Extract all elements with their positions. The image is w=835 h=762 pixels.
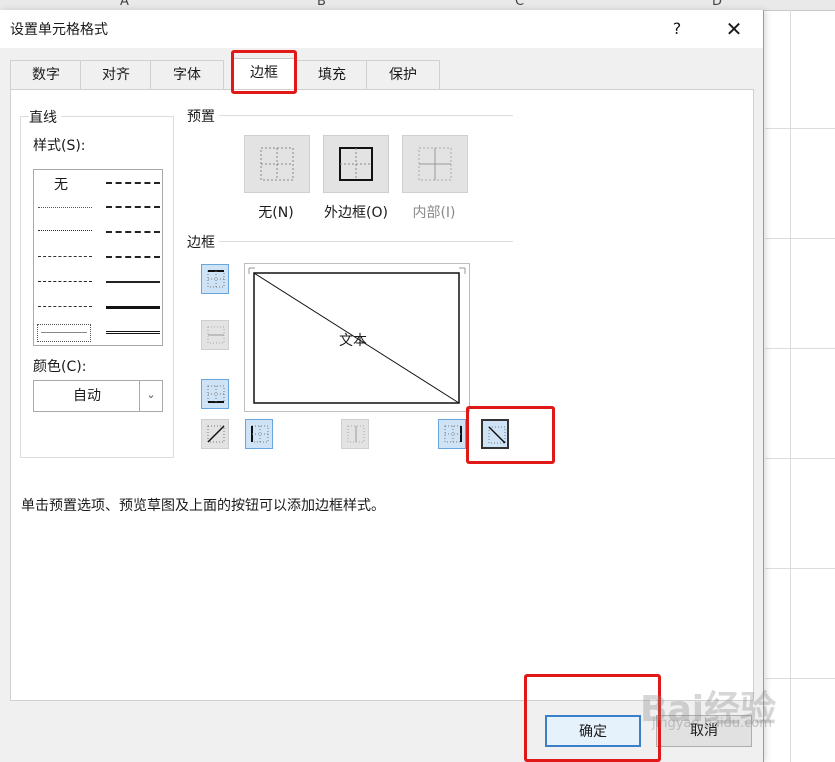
color-value: 自动 (73, 388, 101, 404)
line-group-label: 直线 (29, 107, 61, 127)
border-middle-vertical-button[interactable] (341, 419, 369, 449)
line-style-option[interactable] (38, 281, 92, 283)
line-style-selected[interactable] (37, 324, 91, 342)
border-preview[interactable]: 文本 (244, 263, 470, 412)
border-diagonal-up-button[interactable] (201, 419, 229, 449)
line-style-option[interactable] (38, 306, 92, 308)
highlight-border-tab (231, 50, 297, 94)
line-style-option[interactable] (106, 306, 160, 310)
column-a: A (120, 0, 129, 9)
preset-none-icon (260, 147, 294, 181)
tab-font[interactable]: 字体 (150, 60, 224, 89)
preset-outline-button[interactable] (323, 135, 389, 193)
close-button[interactable]: ✕ (720, 16, 748, 42)
line-style-option[interactable] (106, 331, 160, 336)
color-label: 颜色(C): (33, 356, 91, 376)
watermark-url: jingyan.baidu.com (652, 716, 772, 731)
gridline (765, 128, 835, 129)
border-group-label: 边框 (187, 232, 219, 252)
gridline (765, 238, 835, 239)
column-d: D (712, 0, 723, 9)
border-top-button[interactable] (201, 264, 229, 294)
gridline (765, 678, 835, 679)
preset-inside-icon (418, 147, 452, 181)
preset-divider (217, 115, 513, 116)
color-select[interactable]: 自动 ⌄ (33, 380, 163, 412)
tab-number[interactable]: 数字 (10, 60, 82, 89)
style-label: 样式(S): (33, 135, 90, 155)
line-style-option[interactable] (38, 256, 92, 258)
border-bottom-icon (207, 385, 225, 403)
gridline (765, 458, 835, 459)
border-left-button[interactable] (245, 419, 273, 449)
line-style-option[interactable] (38, 230, 92, 232)
border-tab-panel: 直线 样式(S): 无 颜色(C): 自动 ⌄ 预置 无(N) 外边框(O) 内… (10, 89, 754, 701)
line-style-option[interactable] (38, 207, 92, 209)
tab-fill[interactable]: 填充 (296, 60, 368, 89)
dialog-title: 设置单元格格式 (10, 22, 108, 38)
border-middle-horizontal-button[interactable] (201, 320, 229, 350)
style-none[interactable]: 无 (54, 174, 68, 194)
preset-outline-icon (339, 147, 373, 181)
dialog-titlebar: 设置单元格格式 ? ✕ (0, 10, 763, 48)
hint-text: 单击预置选项、预览草图及上面的按钮可以添加边框样式。 (21, 498, 385, 514)
line-style-option[interactable] (106, 256, 160, 259)
tab-alignment[interactable]: 对齐 (80, 60, 152, 89)
line-style-option[interactable] (106, 231, 160, 234)
column-c: C (515, 0, 525, 9)
preset-group-label: 预置 (187, 106, 219, 126)
preset-none-label: 无(N) (258, 205, 294, 221)
preview-text: 文本 (339, 333, 367, 349)
border-divider (217, 241, 513, 242)
border-right-icon (444, 425, 462, 443)
help-button[interactable]: ? (664, 16, 690, 42)
gridline (765, 348, 835, 349)
line-style-option[interactable] (106, 182, 160, 185)
line-style-option[interactable] (106, 281, 160, 284)
chevron-down-icon[interactable]: ⌄ (139, 381, 162, 411)
diagonal-up-icon (207, 425, 225, 443)
border-left-icon (251, 425, 269, 443)
border-top-icon (207, 270, 225, 288)
gridline (790, 10, 791, 762)
border-right-button[interactable] (438, 419, 466, 449)
border-inside-vertical-icon (347, 425, 365, 443)
preset-outline-label: 外边框(O) (324, 205, 388, 221)
tab-protection[interactable]: 保护 (366, 60, 440, 89)
preset-inside-label: 内部(I) (412, 205, 456, 221)
line-style-list[interactable]: 无 (33, 169, 163, 346)
highlight-diagonal-button (466, 406, 555, 464)
border-inside-horizontal-icon (207, 326, 225, 344)
preset-inside-button[interactable] (402, 135, 468, 193)
format-cells-dialog: 设置单元格格式 ? ✕ 数字 对齐 字体 边框 填充 保护 直线 样式(S): … (0, 10, 764, 762)
preset-none-button[interactable] (244, 135, 310, 193)
line-style-option[interactable] (106, 206, 160, 209)
column-b: B (317, 0, 326, 9)
gridline (765, 568, 835, 569)
border-bottom-button[interactable] (201, 379, 229, 409)
